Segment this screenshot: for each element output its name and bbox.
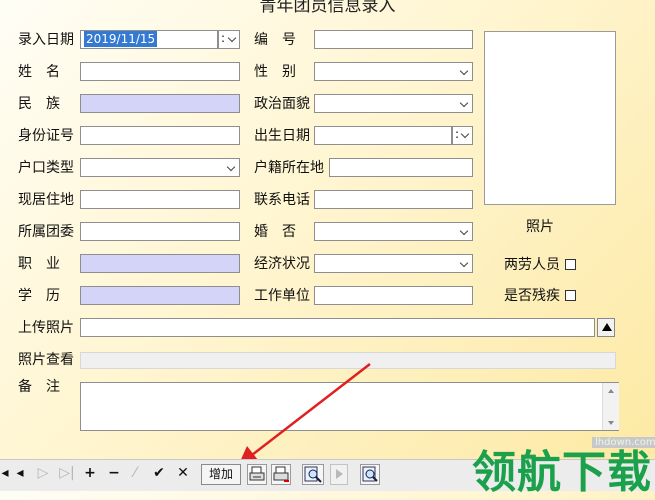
play-glyph <box>336 469 343 479</box>
insert-record-icon[interactable]: + <box>83 462 97 484</box>
last-record-icon[interactable]: ▷| <box>58 462 76 484</box>
printer-glyph <box>249 466 265 481</box>
arrow-shaft <box>251 363 371 456</box>
run-icon[interactable] <box>330 464 348 485</box>
zoom-icon[interactable] <box>360 464 380 485</box>
next-record-icon[interactable]: ▷ <box>36 462 50 484</box>
first-record-icon[interactable]: ◂ <box>0 462 10 484</box>
print-icon[interactable] <box>247 464 267 485</box>
add-button[interactable]: 增加 <box>201 464 241 485</box>
magnifier-glyph <box>362 466 378 482</box>
watermark-logo: 领航下载 <box>472 447 652 498</box>
printer-glyph <box>273 466 289 482</box>
search-icon[interactable] <box>302 464 324 485</box>
prev-record-icon[interactable]: ◂ <box>14 462 26 484</box>
annotation-arrow <box>238 363 371 466</box>
delete-record-icon[interactable]: − <box>107 462 121 484</box>
magnifier-glyph <box>304 466 322 483</box>
print-preview-icon[interactable] <box>271 464 291 485</box>
cancel-record-icon[interactable]: ✕ <box>176 462 190 484</box>
post-record-icon[interactable]: ✔ <box>151 462 167 484</box>
edit-record-icon[interactable]: ⁄ <box>129 462 141 484</box>
